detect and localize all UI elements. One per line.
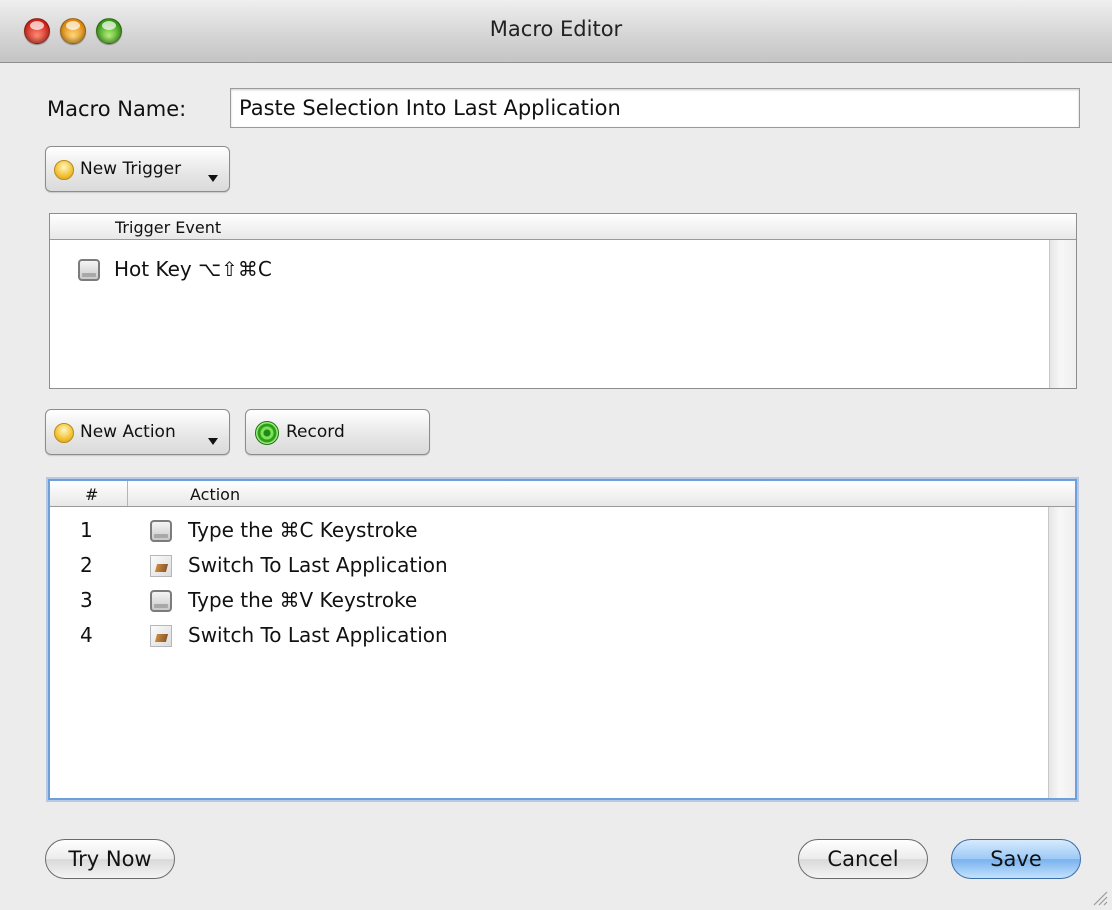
- cancel-button[interactable]: Cancel: [798, 839, 928, 879]
- column-divider[interactable]: [127, 481, 128, 506]
- action-text: Switch To Last Application: [188, 623, 448, 647]
- record-icon: [255, 421, 279, 445]
- row-number: 1: [80, 518, 93, 542]
- column-header-number[interactable]: #: [85, 485, 98, 504]
- keyboard-key-icon: [150, 520, 172, 542]
- keyboard-key-icon: [150, 590, 172, 612]
- dropdown-arrow-icon: [208, 175, 218, 182]
- actions-table-header: # Action: [50, 481, 1075, 507]
- title-bar: Macro Editor: [0, 0, 1112, 63]
- record-button[interactable]: Record: [245, 409, 430, 455]
- macro-name-input[interactable]: [230, 88, 1080, 128]
- trigger-table-header: Trigger Event: [50, 214, 1076, 240]
- new-action-button[interactable]: New Action: [45, 409, 230, 455]
- table-row[interactable]: 3 Type the ⌘V Keystroke: [50, 583, 1075, 617]
- add-circle-icon: [54, 423, 74, 443]
- application-icon: [150, 555, 172, 577]
- trigger-row-text: Hot Key ⌥⇧⌘C: [114, 257, 272, 281]
- add-circle-icon: [54, 160, 74, 180]
- new-trigger-label: New Trigger: [80, 159, 182, 179]
- table-row[interactable]: Hot Key ⌥⇧⌘C: [50, 252, 1076, 286]
- trigger-table[interactable]: Trigger Event Hot Key ⌥⇧⌘C: [49, 213, 1077, 389]
- macro-name-label: Macro Name:: [47, 97, 187, 121]
- keyboard-key-icon: [78, 259, 100, 281]
- try-now-button[interactable]: Try Now: [45, 839, 175, 879]
- row-number: 3: [80, 588, 93, 612]
- save-button[interactable]: Save: [951, 839, 1081, 879]
- table-row[interactable]: 4 Switch To Last Application: [50, 618, 1075, 652]
- dropdown-arrow-icon: [208, 438, 218, 445]
- resize-grip-icon[interactable]: [1092, 890, 1108, 906]
- action-text: Type the ⌘C Keystroke: [188, 518, 418, 542]
- new-trigger-button[interactable]: New Trigger: [45, 146, 230, 192]
- column-header-trigger-event[interactable]: Trigger Event: [115, 218, 221, 237]
- application-icon: [150, 625, 172, 647]
- row-number: 4: [80, 623, 93, 647]
- action-text: Switch To Last Application: [188, 553, 448, 577]
- table-row[interactable]: 2 Switch To Last Application: [50, 548, 1075, 582]
- new-action-label: New Action: [80, 422, 176, 442]
- record-label: Record: [286, 422, 345, 442]
- row-number: 2: [80, 553, 93, 577]
- column-header-action[interactable]: Action: [190, 485, 240, 504]
- action-text: Type the ⌘V Keystroke: [188, 588, 418, 612]
- actions-table[interactable]: # Action 1 Type the ⌘C Keystroke 2 Switc…: [48, 479, 1077, 800]
- table-row[interactable]: 1 Type the ⌘C Keystroke: [50, 513, 1075, 547]
- window-title: Macro Editor: [489, 17, 623, 41]
